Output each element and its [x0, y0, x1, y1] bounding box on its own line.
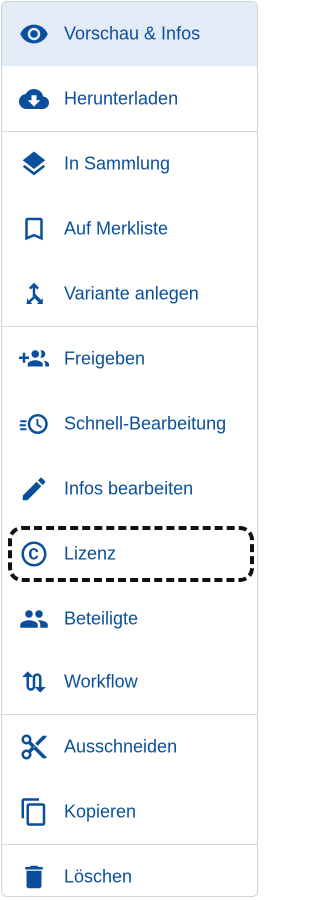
layers-icon: [18, 148, 50, 180]
cloud-download-icon: [18, 83, 50, 115]
menu-item-label: Beteiligte: [64, 608, 139, 629]
menu-item-label: Ausschneiden: [64, 736, 178, 757]
fork-icon: [18, 278, 50, 310]
share-people-icon: [18, 343, 50, 375]
quick-edit-icon: [18, 408, 50, 440]
menu-item-label: Kopieren: [64, 801, 137, 822]
copyright-icon: [18, 538, 50, 570]
menu-item-label: Auf Merkliste: [64, 218, 169, 239]
menu-item-workflow[interactable]: Workflow: [2, 650, 257, 714]
menu-item-share[interactable]: Freigeben: [2, 327, 257, 391]
menu-item-label: Infos bearbeiten: [64, 478, 194, 499]
menu-item-label: Herunterladen: [64, 88, 179, 109]
action-menu: Vorschau & Infos Herunterladen In Sammlu…: [1, 1, 258, 897]
menu-item-license[interactable]: Lizenz: [2, 522, 257, 586]
menu-item-add-to-watchlist[interactable]: Auf Merkliste: [2, 197, 257, 261]
menu-item-edit-info[interactable]: Infos bearbeiten: [2, 457, 257, 521]
menu-item-label: Schnell-Bearbeitung: [64, 413, 227, 434]
people-icon: [18, 603, 50, 635]
menu-item-label: In Sammlung: [64, 153, 171, 174]
pencil-icon: [18, 473, 50, 505]
menu-item-create-variant[interactable]: Variante anlegen: [2, 262, 257, 326]
menu-item-add-to-collection[interactable]: In Sammlung: [2, 132, 257, 196]
menu-item-cut[interactable]: Ausschneiden: [2, 715, 257, 779]
scissors-icon: [18, 731, 50, 763]
menu-item-label: Variante anlegen: [64, 283, 199, 304]
eye-icon: [18, 18, 50, 50]
menu-item-label: Vorschau & Infos: [64, 23, 201, 44]
menu-item-download[interactable]: Herunterladen: [2, 67, 257, 131]
menu-item-quick-edit[interactable]: Schnell-Bearbeitung: [2, 392, 257, 456]
menu-item-copy[interactable]: Kopieren: [2, 780, 257, 844]
bookmark-icon: [18, 213, 50, 245]
menu-item-label: Freigeben: [64, 348, 146, 369]
menu-item-label: Lizenz: [64, 543, 117, 564]
menu-item-label: Workflow: [64, 671, 138, 692]
workflow-icon: [18, 666, 50, 698]
menu-item-delete[interactable]: Löschen: [2, 845, 257, 896]
copy-icon: [18, 796, 50, 828]
menu-item-participants[interactable]: Beteiligte: [2, 587, 257, 651]
menu-item-label: Löschen: [64, 866, 133, 887]
menu-item-preview-info[interactable]: Vorschau & Infos: [2, 2, 257, 66]
trash-icon: [18, 861, 50, 893]
